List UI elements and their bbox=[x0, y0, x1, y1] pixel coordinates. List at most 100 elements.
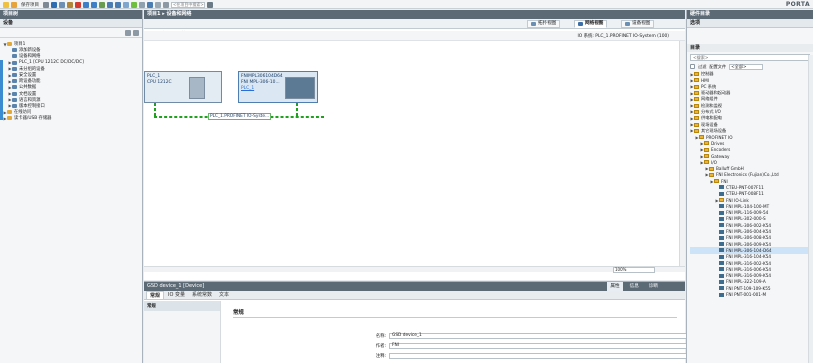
canvas-horizontal-scrollbar[interactable]: 100% bbox=[144, 266, 685, 273]
subtab-io-tags[interactable]: IO 变量 bbox=[165, 291, 188, 299]
device-module-icon bbox=[719, 204, 724, 209]
go-offline-icon[interactable] bbox=[139, 1, 145, 8]
tree-options-icon[interactable] bbox=[133, 29, 139, 36]
accessible-devices-icon[interactable] bbox=[147, 1, 153, 8]
tab-diagnostics[interactable]: 诊断 bbox=[646, 282, 661, 291]
property-subtabs: 常规 IO 变量 系统常数 文本 bbox=[144, 291, 685, 300]
tab-network-view[interactable]: 网络视图 bbox=[574, 20, 608, 28]
catalog-scrollbar[interactable] bbox=[808, 55, 813, 363]
folder-icon bbox=[719, 198, 724, 203]
tab-properties[interactable]: 属性 bbox=[607, 282, 623, 291]
subtab-texts[interactable]: 文本 bbox=[216, 291, 232, 299]
network-label[interactable]: PLC_1.PROFINET IO-Syste... bbox=[208, 113, 272, 120]
catalog-item-label: FNI IO-Link bbox=[726, 197, 749, 203]
undo-icon[interactable] bbox=[83, 1, 89, 8]
tab-device-view[interactable]: 设备视图 bbox=[621, 20, 655, 28]
catalog-item-label: FNI PNT-001-001-M bbox=[726, 292, 767, 298]
io-system-bar: IO 系统: PLC_1.PROFINET IO-System (100) bbox=[144, 31, 685, 41]
save-project-button[interactable]: 保存项目 bbox=[19, 2, 41, 8]
nav-item-general[interactable]: 常规 bbox=[144, 301, 220, 311]
filter-checkbox[interactable] bbox=[690, 64, 695, 69]
canvas-vertical-scrollbar[interactable] bbox=[679, 41, 685, 266]
redo-icon[interactable] bbox=[91, 1, 97, 8]
plc-type: CPU 1212C bbox=[147, 80, 172, 85]
compile-icon[interactable] bbox=[99, 1, 105, 8]
view-tabs: 拓扑视图 网络视图 设备视图 bbox=[144, 19, 685, 29]
catalog-section[interactable]: 目录 bbox=[687, 44, 813, 52]
tree-item-icon bbox=[12, 85, 17, 90]
tab-device-label: 设备视图 bbox=[632, 21, 651, 26]
tree-item-icon bbox=[7, 42, 12, 47]
device-module-icon bbox=[719, 242, 724, 247]
tree-item-label: 公共数据 bbox=[19, 85, 37, 91]
catalog-item-label: 检测和监视 bbox=[701, 102, 722, 108]
subtab-general[interactable]: 常规 bbox=[146, 291, 165, 299]
tree-item-label: 文档设置 bbox=[19, 91, 37, 97]
plc-module-image bbox=[189, 77, 205, 99]
topology-icon bbox=[531, 22, 536, 26]
catalog-item-label: FNI MPL-316-006-K54 bbox=[726, 266, 772, 272]
profile-select[interactable]: <全部> bbox=[729, 63, 764, 70]
device-module-icon bbox=[719, 286, 724, 291]
split-editor-icon[interactable] bbox=[155, 1, 161, 8]
project-search-input[interactable]: <在项目中搜索> bbox=[171, 1, 205, 8]
go-online-icon[interactable] bbox=[131, 1, 137, 8]
tree-item-icon bbox=[12, 60, 17, 65]
section-divider bbox=[233, 317, 677, 318]
catalog-item-label: FNI MPL-316-104-K54 bbox=[726, 254, 772, 260]
io-system-label: IO 系统: PLC_1.PROFINET IO-System (100) bbox=[577, 34, 670, 39]
tree-item-icon bbox=[7, 116, 12, 121]
catalog-item-label: FNI MPL-306-002-K54 bbox=[726, 222, 772, 228]
tree-item-icon bbox=[7, 110, 12, 115]
tree-item-icon bbox=[12, 73, 17, 78]
tree-item[interactable]: ▶ 读卡器/USB 存储器 bbox=[0, 115, 142, 122]
io-device-network-drop bbox=[296, 103, 298, 116]
folder-icon bbox=[694, 128, 699, 133]
catalog-item-label: Drives bbox=[711, 140, 725, 146]
property-body: 常规 名称: GSD device_1 作者: FNI 注释: bbox=[221, 301, 739, 363]
inspector-title: GSD device_1 [Device] bbox=[147, 283, 205, 289]
project-tree: ▼ 项目1 添加新设备 设备和网络 ▶ PLC_1 [CPU 1212C DC/DC/DC… bbox=[0, 38, 142, 122]
folder-icon bbox=[704, 147, 709, 152]
devices-tab[interactable]: 设备 bbox=[0, 19, 142, 28]
delete-icon[interactable] bbox=[75, 1, 81, 8]
tab-info[interactable]: 信息 bbox=[627, 282, 642, 291]
close-editor-icon[interactable] bbox=[163, 1, 169, 8]
io-device[interactable]: FNIMPL306104D64 FNI MPL-306-10... PLC_1 bbox=[238, 71, 318, 103]
catalog-item-label: FNI MPL-316-002-K54 bbox=[726, 260, 772, 266]
catalog-item-label: CTEU-PNT-007F11 bbox=[726, 184, 764, 190]
print-icon[interactable] bbox=[43, 1, 49, 8]
download-icon[interactable] bbox=[107, 1, 113, 8]
subtab-system-constants[interactable]: 系统常数 bbox=[189, 291, 215, 299]
plc-device[interactable]: PLC_1 CPU 1212C bbox=[144, 71, 222, 103]
folder-icon bbox=[694, 91, 699, 96]
cut-icon[interactable] bbox=[51, 1, 57, 8]
tree-item-label: 在线访问 bbox=[14, 110, 32, 116]
catalog-item-label: FNI MPL-306-104-D64 bbox=[726, 247, 772, 253]
tree-item-icon bbox=[12, 97, 17, 102]
catalog-item[interactable]: FNI PNT-001-001-M bbox=[690, 291, 813, 297]
device-module-icon bbox=[719, 191, 724, 196]
simulation-icon[interactable] bbox=[123, 1, 129, 8]
project-tree-side-tab[interactable] bbox=[0, 60, 3, 120]
upload-icon[interactable] bbox=[115, 1, 121, 8]
tree-view-icon[interactable] bbox=[125, 29, 131, 36]
folder-icon bbox=[694, 84, 699, 89]
inspector-header: GSD device_1 [Device] 属性 信息 诊断 bbox=[144, 282, 685, 291]
tab-topology-view[interactable]: 拓扑视图 bbox=[527, 20, 561, 28]
open-project-icon[interactable] bbox=[11, 1, 17, 8]
catalog-item-label: FNI MPL-316-009-K54 bbox=[726, 273, 772, 279]
search-icon[interactable] bbox=[207, 1, 213, 8]
catalog-search-input[interactable]: <搜索> bbox=[690, 54, 810, 61]
copy-icon[interactable] bbox=[59, 1, 65, 8]
device-module-icon bbox=[719, 223, 724, 228]
device-module-icon bbox=[719, 235, 724, 240]
hardware-catalog-panel: 硬件目录 选项 目录 <搜索> 过滤 配置文件 <全部> ▶ 控制器 ▶ HMI ▶ PC… bbox=[686, 10, 813, 363]
new-project-icon[interactable] bbox=[3, 1, 9, 8]
device-module-icon bbox=[719, 273, 724, 278]
device-module-icon bbox=[719, 292, 724, 297]
network-canvas[interactable]: PLC_1 CPU 1212C FNIMPL306104D64 FNI MPL-… bbox=[144, 41, 679, 266]
zoom-select[interactable]: 100% bbox=[613, 267, 655, 273]
paste-icon[interactable] bbox=[67, 1, 73, 8]
io-controller-link[interactable]: PLC_1 bbox=[241, 86, 254, 91]
